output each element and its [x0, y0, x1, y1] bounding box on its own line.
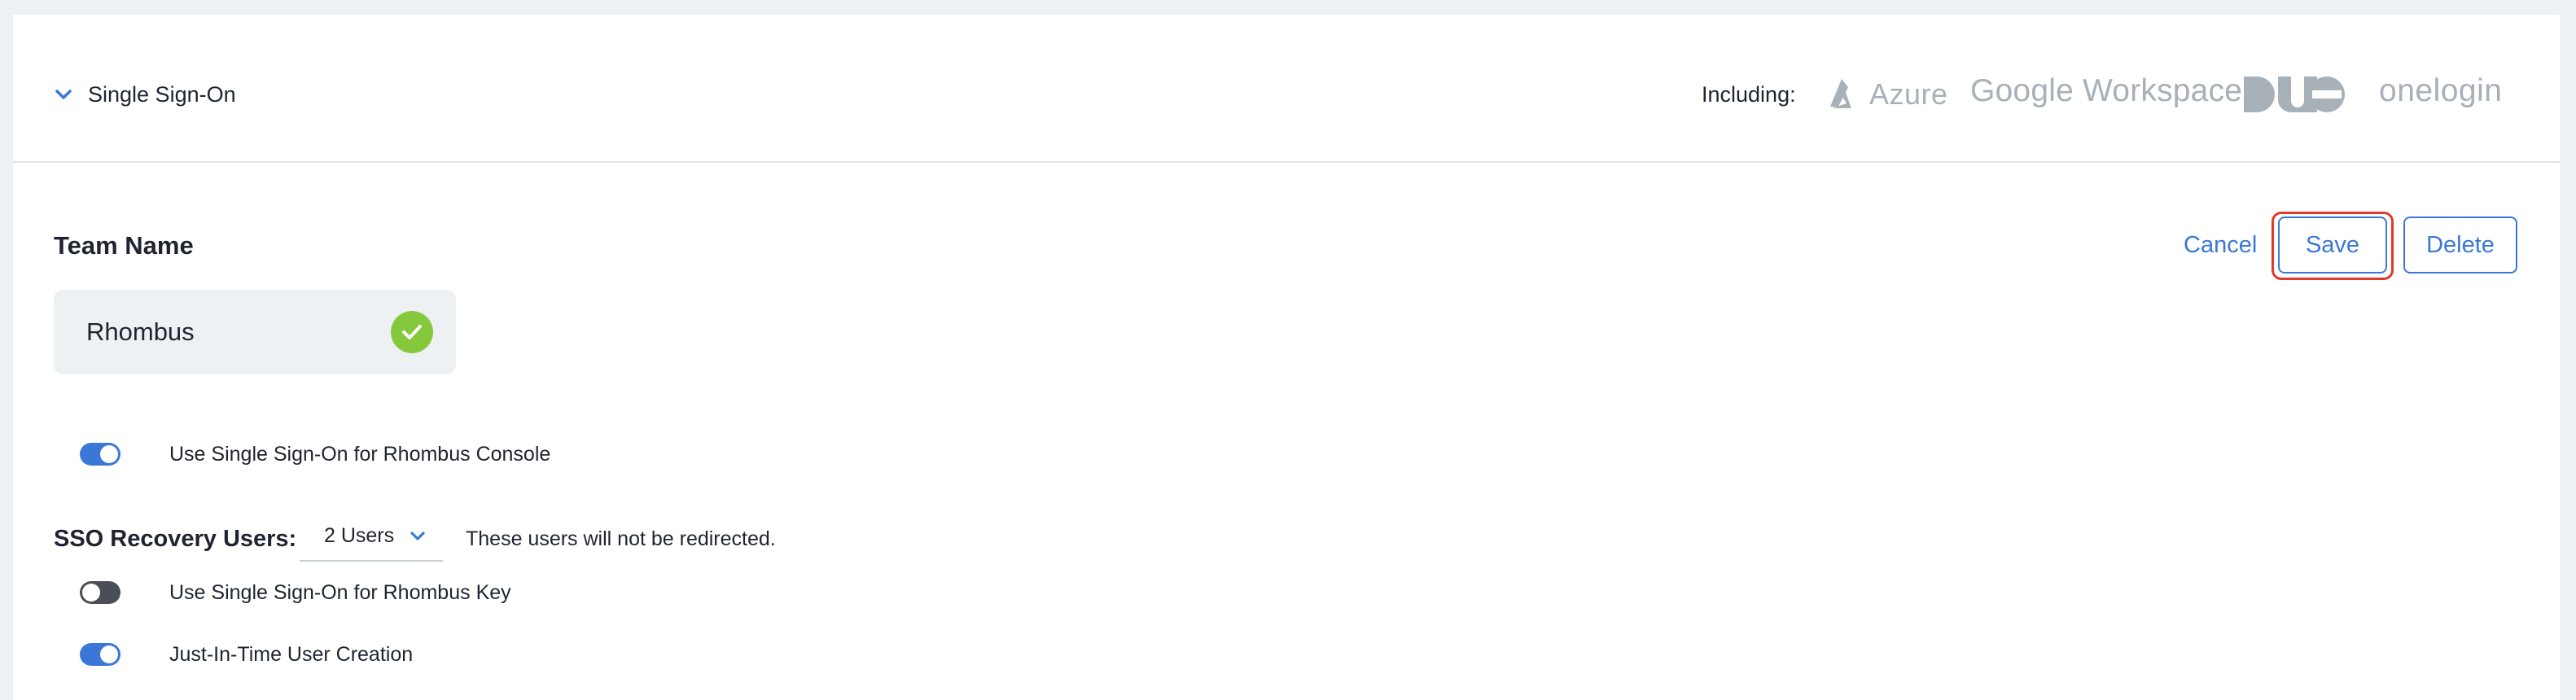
including-label: Including:	[1702, 82, 1796, 107]
delete-button[interactable]: Delete	[2403, 217, 2517, 273]
azure-icon	[1830, 79, 1851, 108]
sso-header[interactable]: Single Sign-On Including: Azure Google W…	[13, 15, 2560, 163]
cancel-button[interactable]: Cancel	[2174, 218, 2267, 272]
key-sso-label: Use Single Sign-On for Rhombus Key	[169, 581, 511, 604]
azure-logo: Azure	[1825, 70, 1948, 119]
sso-card: Single Sign-On Including: Azure Google W…	[13, 15, 2560, 700]
recovery-users-value: 2 Users	[324, 524, 395, 547]
recovery-users-select[interactable]: 2 Users	[300, 514, 443, 562]
google-workspace-logo: Google Workspace	[1970, 73, 2243, 108]
jit-label: Just-In-Time User Creation	[169, 643, 414, 666]
chevron-down-icon	[407, 526, 428, 547]
onelogin-logo: onelogin	[2379, 73, 2503, 108]
azure-logo-text: Azure	[1869, 77, 1948, 111]
console-sso-toggle[interactable]	[80, 443, 120, 466]
recovery-users-label: SSO Recovery Users:	[54, 526, 297, 552]
key-sso-toggle[interactable]	[80, 581, 120, 604]
check-icon	[391, 311, 433, 353]
section-title: Single Sign-On	[88, 82, 236, 107]
recovery-users-note: These users will not be redirected.	[466, 527, 776, 550]
console-sso-label: Use Single Sign-On for Rhombus Console	[169, 443, 551, 466]
jit-toggle[interactable]	[80, 643, 120, 666]
chevron-down-icon[interactable]	[49, 80, 78, 109]
duo-logo	[2244, 77, 2345, 113]
save-button[interactable]: Save	[2278, 217, 2387, 273]
team-name-label: Team Name	[54, 231, 194, 260]
